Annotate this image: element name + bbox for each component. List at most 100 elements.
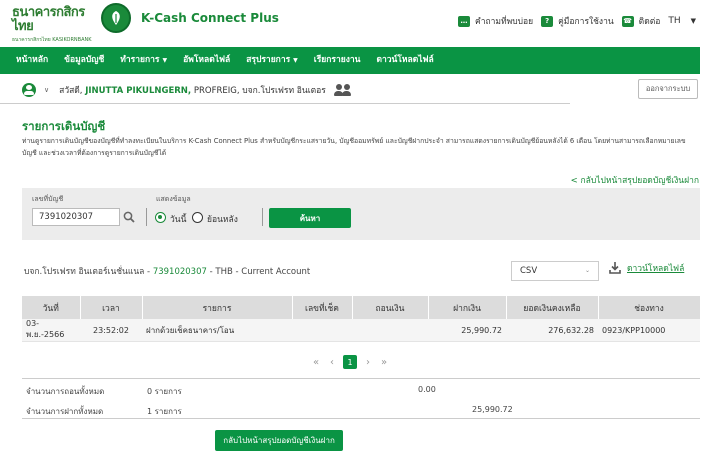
nav-home[interactable]: หน้าหลัก (8, 47, 56, 74)
last-page-icon[interactable]: » (379, 357, 389, 368)
company-name: PROFREIG, บจก.โปรเฟรท อินเตอร (193, 85, 326, 96)
chevron-down-icon[interactable]: ∨ (44, 86, 49, 94)
faq-link[interactable]: … คำถามที่พบบ่อย (458, 14, 533, 28)
app-title: K-Cash Connect Plus (141, 11, 279, 25)
language-selector[interactable]: TH ▼ (668, 16, 696, 26)
col-cheque[interactable]: เลขที่เช็ค (292, 296, 353, 319)
nav-transactions[interactable]: ทำรายการ ▼ (112, 47, 175, 74)
table-row: 03-พ.ย.-2566 23:52:02 ฝากด้วยเช็คธนาคาร/… (22, 319, 700, 342)
cell-balance: 276,632.28 (506, 319, 598, 342)
account-summary: บจก.โปรเฟรท อินเตอร์เนชั่นแนล - 73910203… (24, 264, 310, 278)
deposit-total-count: 1 รายการ (147, 407, 182, 416)
nav-download-label: ดาวน์โหลดไฟล์ (376, 55, 434, 65)
account-number: 7391020307 (152, 267, 207, 277)
cell-channel: 0923/KPP10000 (598, 319, 700, 342)
faq-label: คำถามที่พบบ่อย (475, 17, 534, 27)
nav-summary-label: สรุปรายการ (246, 55, 291, 65)
manual-label: คู่มือการใช้งาน (558, 17, 614, 27)
page-description: ท่านดูรายการเดินบัญชีของบัญชีที่ทำลงทะเบ… (22, 137, 686, 157)
download-file[interactable]: ดาวน์โหลดไฟล์ (609, 261, 684, 275)
manual-link[interactable]: ? คู่มือการใช้งาน (541, 14, 614, 28)
nav-reports[interactable]: เรียกรายงาน (306, 47, 369, 74)
logout-button[interactable]: ออกจากระบบ (638, 79, 698, 99)
cell-description: ฝากด้วยเช็คธนาคาร/โอน (142, 319, 292, 342)
withdraw-totals-row: จำนวนการถอนทั้งหมด 0 รายการ 0.00 (22, 379, 700, 399)
cell-withdraw (352, 319, 428, 342)
download-link[interactable]: ดาวน์โหลดไฟล์ (627, 261, 684, 275)
bank-logo[interactable]: ธนาคารกสิกรไทย ธนาคารกสิกรไทย KASIKORNBA… (12, 6, 96, 44)
back-to-summary-link[interactable]: < กลับไปหน้าสรุปยอดบัญชีเงินฝาก (571, 173, 699, 187)
file-format-select[interactable]: CSV ⌄ (511, 261, 599, 281)
greeting-text: สวัสดี, (59, 85, 83, 96)
language-label: TH (668, 16, 681, 26)
col-balance[interactable]: ยอดเงินคงเหลือ (506, 296, 599, 319)
col-deposit[interactable]: ฝากเงิน (428, 296, 507, 319)
nav-reports-label: เรียกรายงาน (313, 55, 361, 65)
nav-summary[interactable]: สรุปรายการ ▼ (238, 47, 306, 74)
nav-upload[interactable]: อัพโหลดไฟล์ (175, 47, 238, 74)
radio-today[interactable] (155, 212, 166, 223)
pagination: « ‹ 1 › » (311, 355, 389, 369)
company-prefix: บจก.โปรเฟรท อินเตอร์เนชั่นแนล - (24, 267, 151, 277)
divider (146, 208, 147, 226)
user-name: JINUTTA PIKULNGERN, (85, 85, 192, 96)
contact-label: ติดต่อ (638, 17, 661, 27)
caret-down-icon: ▼ (293, 57, 298, 64)
contact-icon: ☎ (621, 15, 634, 27)
account-type: - THB - Current Account (209, 267, 311, 277)
cell-time: 23:52:02 (80, 319, 142, 342)
download-icon[interactable] (609, 262, 621, 274)
table-header-row: วันที่ เวลา รายการ เลขที่เช็ค ถอนเงิน ฝา… (22, 296, 701, 319)
col-withdraw[interactable]: ถอนเงิน (352, 296, 429, 319)
chat-icon: … (458, 15, 471, 27)
totals-section: จำนวนการถอนทั้งหมด 0 รายการ 0.00 จำนวนกา… (22, 378, 700, 419)
display-label: แสดงข้อมูล (156, 195, 191, 203)
current-page[interactable]: 1 (343, 355, 357, 369)
next-page-icon[interactable]: › (363, 357, 373, 368)
user-greeting: สวัสดี, JINUTTA PIKULNGERN, PROFREIG, บจ… (59, 83, 326, 97)
deposit-total-amount: 25,990.72 (472, 405, 513, 414)
nav-account-info-label: ข้อมูลบัญชี (64, 55, 105, 65)
main-nav: หน้าหลัก ข้อมูลบัญชี ทำรายการ ▼ อัพโหลดไฟ… (0, 47, 700, 74)
user-bar: ∨ สวัสดี, JINUTTA PIKULNGERN, PROFREIG, … (0, 76, 570, 104)
radio-past[interactable] (192, 212, 203, 223)
prev-page-icon[interactable]: ‹ (327, 357, 337, 368)
filter-panel: เลขที่บัญชี แสดงข้อมูล วันนี้ ย้อนหลัง ค… (22, 188, 700, 240)
header: ธนาคารกสิกรไทย ธนาคารกสิกรไทย KASIKORNBA… (0, 0, 708, 44)
caret-down-icon: ▼ (690, 17, 696, 25)
deposit-total-label: จำนวนการฝากทั้งหมด (26, 407, 104, 416)
search-icon[interactable] (123, 211, 135, 223)
back-to-summary-button[interactable]: กลับไปหน้าสรุปยอดบัญชีเงินฝาก (215, 430, 343, 451)
switch-users-icon[interactable] (333, 83, 352, 96)
bank-name-en: ธนาคารกสิกรไทย KASIKORNBANK (12, 37, 92, 43)
page-title: รายการเดินบัญชี (22, 119, 106, 133)
divider (262, 208, 263, 226)
search-button[interactable]: ค้นหา (269, 208, 351, 228)
kbank-logo-icon (101, 3, 131, 33)
col-date[interactable]: วันที่ (22, 296, 81, 319)
nav-download[interactable]: ดาวน์โหลดไฟล์ (368, 47, 441, 74)
deposit-totals-row: จำนวนการฝากทั้งหมด 1 รายการ 25,990.72 (22, 399, 700, 419)
cell-cheque (292, 319, 352, 342)
chevron-down-icon: ⌄ (584, 267, 590, 274)
file-format-value: CSV (520, 266, 538, 276)
nav-home-label: หน้าหลัก (16, 55, 49, 65)
account-number-input[interactable] (32, 208, 120, 226)
first-page-icon[interactable]: « (311, 357, 321, 368)
contact-link[interactable]: ☎ ติดต่อ (621, 14, 661, 28)
caret-down-icon: ▼ (162, 57, 168, 64)
cell-deposit: 25,990.72 (428, 319, 506, 342)
nav-account-info[interactable]: ข้อมูลบัญชี (56, 47, 112, 74)
col-description[interactable]: รายการ (142, 296, 293, 319)
withdraw-total-count: 0 รายการ (147, 387, 182, 396)
transaction-table: วันที่ เวลา รายการ เลขที่เช็ค ถอนเงิน ฝา… (22, 296, 701, 342)
user-avatar-icon[interactable] (22, 82, 36, 97)
col-time[interactable]: เวลา (80, 296, 143, 319)
col-channel[interactable]: ช่องทาง (598, 296, 701, 319)
cell-date: 03-พ.ย.-2566 (22, 319, 80, 342)
top-links: … คำถามที่พบบ่อย ? คู่มือการใช้งาน ☎ ติด… (458, 14, 696, 28)
nav-transactions-label: ทำรายการ (120, 55, 160, 65)
radio-past-label: ย้อนหลัง (207, 215, 238, 225)
radio-today-label: วันนี้ (170, 215, 187, 225)
account-label: เลขที่บัญชี (32, 195, 64, 203)
